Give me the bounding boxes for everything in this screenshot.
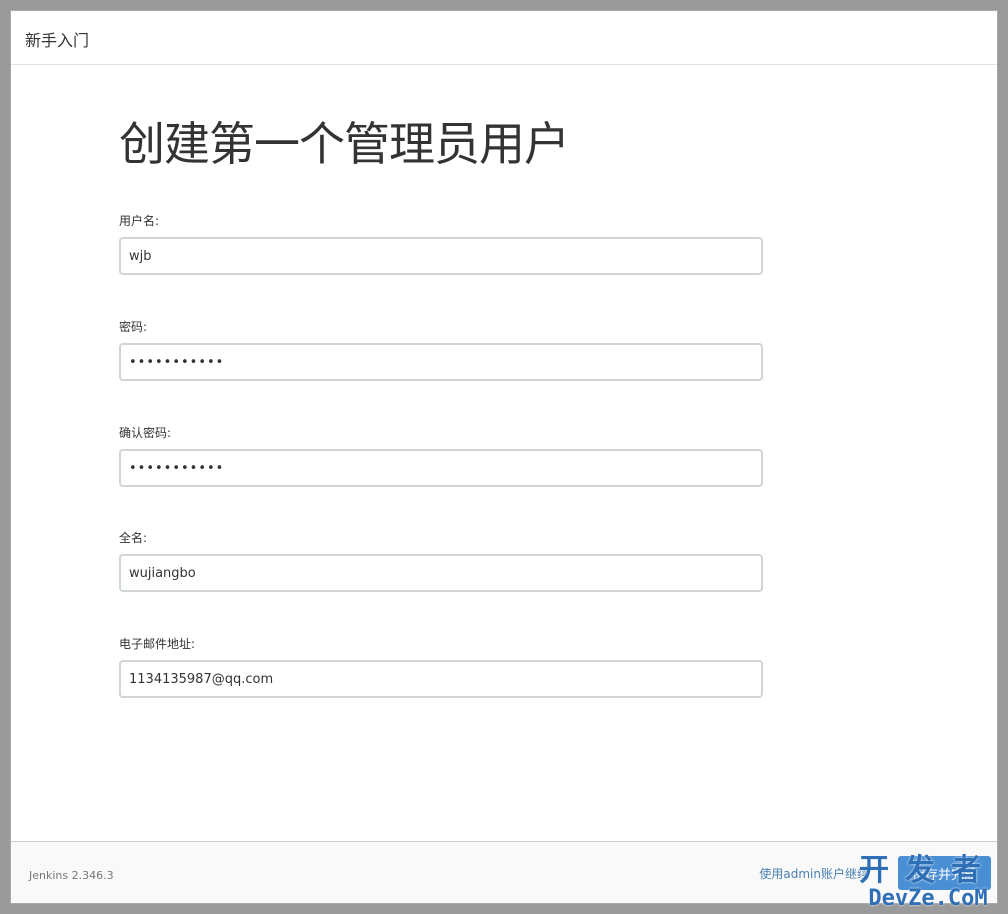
create-admin-form: 创建第一个管理员用户 用户名: 密码: 确认密码: 全名: 电子邮件地址:: [119, 117, 763, 698]
username-label: 用户名:: [119, 214, 160, 228]
header-title: 新手入门: [25, 31, 90, 50]
email-input[interactable]: [119, 660, 763, 698]
confirm-password-field-group: 确认密码:: [119, 425, 763, 487]
password-label: 密码:: [119, 320, 148, 334]
confirm-password-input[interactable]: [119, 449, 763, 487]
username-field-group: 用户名:: [119, 213, 763, 275]
version-label: Jenkins 2.346.3: [29, 869, 114, 882]
password-input[interactable]: [119, 343, 763, 381]
save-and-finish-button[interactable]: 保存并完成: [897, 856, 991, 890]
password-field-group: 密码:: [119, 319, 763, 381]
fullname-input[interactable]: [119, 554, 763, 592]
confirm-password-label: 确认密码:: [119, 426, 172, 440]
wizard-header: 新手入门: [11, 11, 997, 65]
email-field-group: 电子邮件地址:: [119, 636, 763, 698]
page-title: 创建第一个管理员用户: [119, 117, 570, 171]
wizard-footer: Jenkins 2.346.3 使用admin账户继续 保存并完成: [11, 841, 997, 903]
fullname-label: 全名:: [119, 531, 148, 545]
email-label: 电子邮件地址:: [119, 637, 196, 651]
username-input[interactable]: [119, 237, 763, 275]
fullname-field-group: 全名:: [119, 530, 763, 592]
setup-wizard-dialog: 新手入门 创建第一个管理员用户 用户名: 密码: 确认密码: 全名: 电子邮件地…: [10, 10, 998, 904]
continue-as-admin-link[interactable]: 使用admin账户继续: [759, 865, 869, 882]
